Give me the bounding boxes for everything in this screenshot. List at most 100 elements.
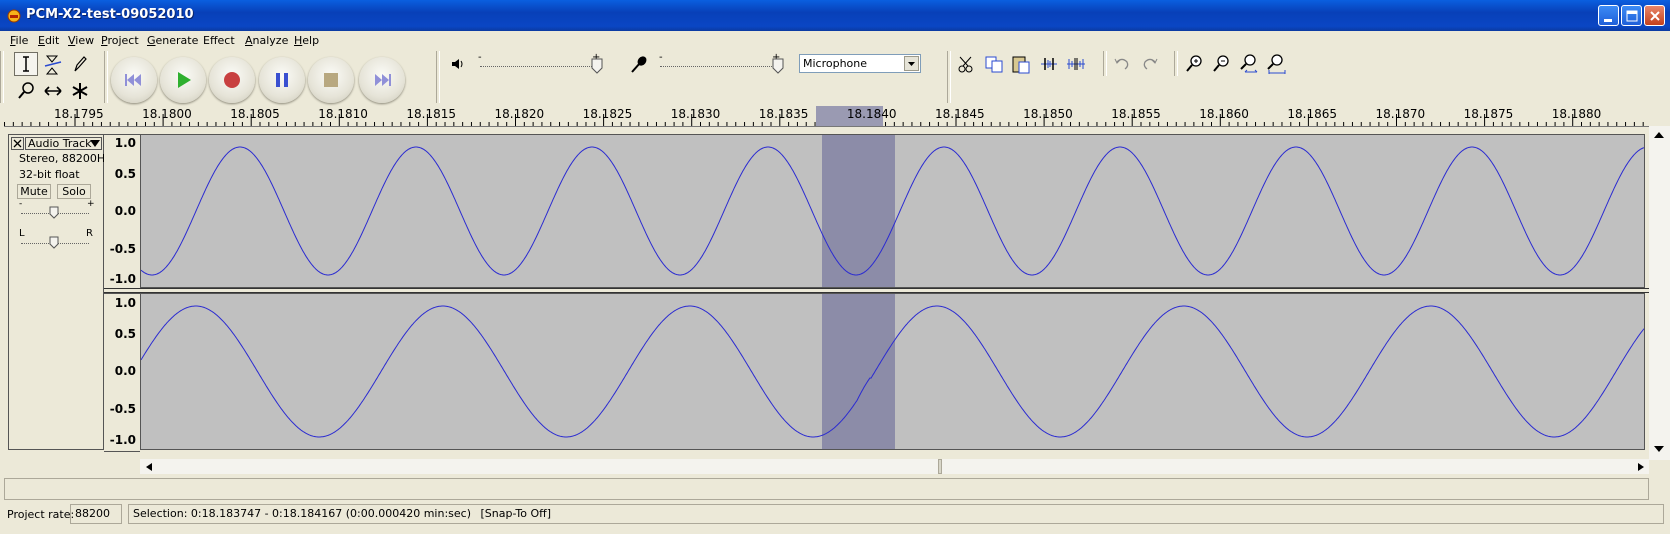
pencil-icon <box>74 56 87 72</box>
zoom-out-button[interactable] <box>1209 52 1233 76</box>
maximize-button[interactable] <box>1621 5 1642 26</box>
horizontal-scrollbar[interactable] <box>140 459 1649 474</box>
trim-button[interactable] <box>1037 52 1061 76</box>
menu-edit-label: dit <box>44 34 60 47</box>
gain-plus-label: + <box>87 199 95 209</box>
horizontal-scroll-thumb[interactable] <box>938 459 942 474</box>
pan-right-label: R <box>86 228 93 239</box>
copy-button[interactable] <box>982 52 1006 76</box>
input-source-dropdown-button[interactable] <box>904 56 919 71</box>
input-volume-thumb[interactable] <box>772 58 784 74</box>
ruler-tick-label: 18.1795 <box>54 107 104 121</box>
menu-analyze-accel: A <box>245 34 253 47</box>
input-source-select[interactable]: Microphone <box>799 54 921 73</box>
track-name-menu[interactable]: Audio Track <box>25 137 102 150</box>
menu-help[interactable]: Help <box>294 34 319 47</box>
menu-file[interactable]: File <box>10 34 28 47</box>
menu-analyze[interactable]: Analyze <box>245 34 288 47</box>
menu-effect[interactable]: Effect <box>203 34 235 47</box>
silence-button[interactable] <box>1064 52 1088 76</box>
gain-minus-label: - <box>19 199 23 209</box>
pause-button[interactable] <box>259 57 305 103</box>
record-icon <box>224 72 240 88</box>
zoom-tool-button[interactable] <box>14 79 38 103</box>
timeline-ruler[interactable]: 18.1795 18.1800 18.1805 18.1810 18.1815 18.18… <box>4 106 1649 127</box>
pan-slider-thumb[interactable] <box>49 236 59 249</box>
scroll-down-icon[interactable] <box>1653 444 1665 454</box>
redo-icon <box>1143 58 1158 70</box>
empty-track-area <box>4 478 1649 500</box>
mute-button[interactable]: Mute <box>17 184 51 199</box>
zoom-out-icon <box>1213 55 1229 72</box>
toolbar-separator <box>947 51 951 103</box>
speaker-icon <box>452 59 463 69</box>
title-bar[interactable]: PCM-X2-test-09052010 <box>0 0 1670 31</box>
cut-button[interactable] <box>954 52 978 76</box>
fit-project-button[interactable] <box>1263 52 1287 76</box>
undo-icon <box>1114 58 1129 70</box>
output-volume-thumb[interactable] <box>591 58 603 74</box>
solo-button[interactable]: Solo <box>57 184 91 199</box>
selection-region[interactable] <box>822 294 895 449</box>
paste-button[interactable] <box>1009 52 1033 76</box>
toolbar-separator <box>436 51 440 103</box>
multi-tool-button[interactable] <box>68 79 92 103</box>
menu-help-label: elp <box>302 34 320 47</box>
pause-icon <box>276 73 288 87</box>
minimize-button[interactable] <box>1598 5 1619 26</box>
vertical-axis-left-channel: 1.0 0.5 0.0 -0.5 -1.0 <box>104 134 140 290</box>
skip-to-end-button[interactable] <box>359 57 405 103</box>
skip-end-icon <box>375 74 391 86</box>
menu-view-label: iew <box>75 34 95 47</box>
axis-label: 0.5 <box>114 327 136 341</box>
close-button[interactable] <box>1644 5 1665 26</box>
scroll-right-icon[interactable] <box>1636 462 1646 472</box>
undo-button[interactable] <box>1110 52 1134 76</box>
draw-tool-button[interactable] <box>68 52 92 76</box>
snap-status: [Snap-To Off] <box>480 507 552 520</box>
envelope-tool-button[interactable] <box>41 52 65 76</box>
output-volume-slider[interactable] <box>480 66 598 68</box>
menu-project[interactable]: Project <box>101 34 139 47</box>
fit-selection-button[interactable] <box>1236 52 1260 76</box>
scroll-left-icon[interactable] <box>144 462 154 472</box>
record-button[interactable] <box>209 57 255 103</box>
toolbar-separator <box>104 51 108 103</box>
toolbar-separator <box>1174 51 1178 76</box>
redo-button[interactable] <box>1138 52 1162 76</box>
minimize-icon <box>1604 19 1612 22</box>
input-volume-slider[interactable] <box>660 66 778 68</box>
ruler-tick-label: 18.1850 <box>1023 107 1073 121</box>
audacity-app-icon[interactable] <box>7 9 21 23</box>
menu-view[interactable]: View <box>68 34 94 47</box>
axis-label: 1.0 <box>114 136 136 150</box>
project-rate-label: Project rate: <box>7 508 75 521</box>
project-rate-field[interactable]: 88200 <box>70 504 122 524</box>
scroll-up-icon[interactable] <box>1653 130 1665 140</box>
ruler-tick-label: 18.1840 <box>846 107 897 121</box>
selection-region[interactable] <box>822 135 895 287</box>
stop-button[interactable] <box>308 57 354 103</box>
menu-file-label: ile <box>15 34 29 47</box>
play-icon <box>178 72 191 88</box>
menu-edit[interactable]: Edit <box>38 34 59 47</box>
toolbar-separator <box>0 51 4 103</box>
waveform-right-channel[interactable] <box>140 293 1645 450</box>
axis-label: 0.0 <box>114 204 136 218</box>
ruler-tick-label: 18.1845 <box>935 107 985 121</box>
gain-slider-thumb[interactable] <box>49 206 59 219</box>
vertical-scrollbar[interactable] <box>1649 126 1670 460</box>
input-source-value: Microphone <box>803 57 868 70</box>
selection-text: Selection: 0:18.183747 - 0:18.184167 (0:… <box>133 507 471 520</box>
timeshift-tool-button[interactable] <box>41 79 65 103</box>
axis-label: 0.5 <box>114 167 136 181</box>
selection-tool-button[interactable] <box>14 52 38 76</box>
track-close-button[interactable] <box>11 137 24 150</box>
play-button[interactable] <box>160 57 206 103</box>
close-icon <box>1650 11 1660 21</box>
menu-generate[interactable]: Generate <box>147 34 198 47</box>
zoom-in-button[interactable] <box>1182 52 1206 76</box>
zoom-selection-icon <box>1240 54 1258 73</box>
skip-to-start-button[interactable] <box>111 57 157 103</box>
waveform-left-channel[interactable] <box>140 134 1645 288</box>
